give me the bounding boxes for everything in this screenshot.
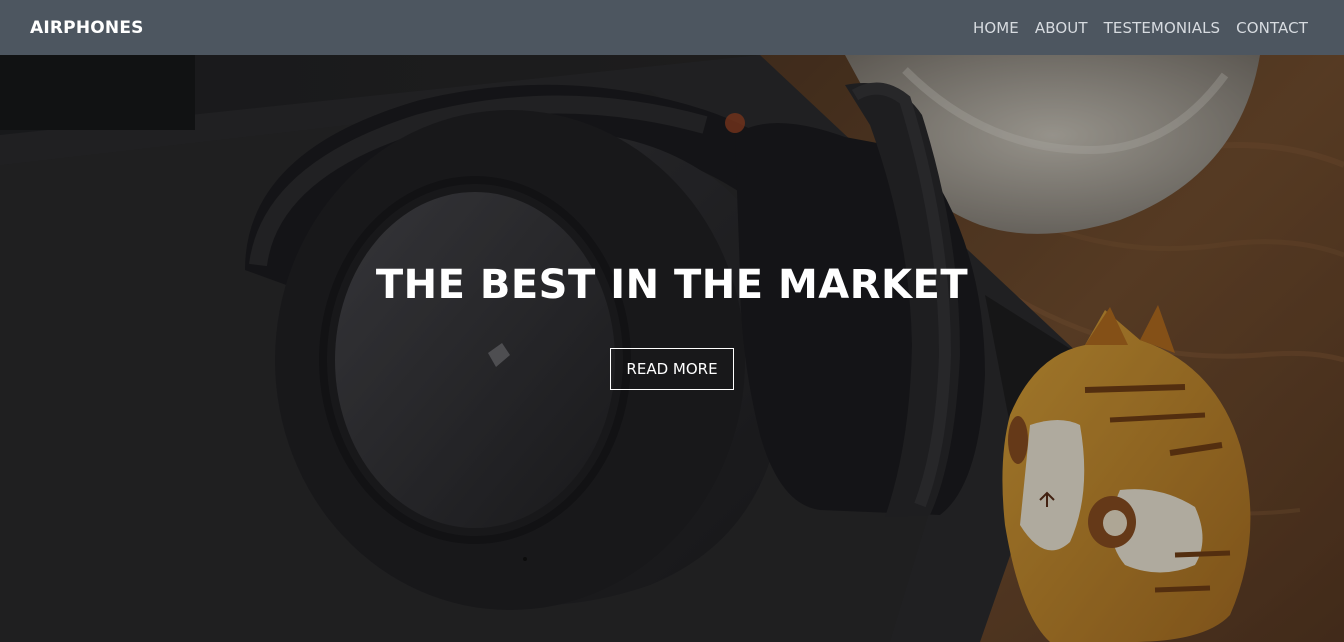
hero-title: THE BEST IN THE MARKET [375,262,969,308]
nav-testimonials-link[interactable]: TESTEMONIALS [1104,19,1221,37]
hero-section: THE BEST IN THE MARKET READ MORE [0,55,1344,642]
nav-home-link[interactable]: HOME [973,19,1019,37]
hero-content: THE BEST IN THE MARKET READ MORE [0,263,1344,390]
page: AIRPHONES HOME ABOUT TESTEMONIALS CONTAC… [0,0,1344,642]
nav-links: HOME ABOUT TESTEMONIALS CONTACT [973,19,1308,37]
nav-contact-link[interactable]: CONTACT [1236,19,1308,37]
top-navbar: AIRPHONES HOME ABOUT TESTEMONIALS CONTAC… [0,0,1344,55]
read-more-button[interactable]: READ MORE [610,348,734,390]
brand-logo[interactable]: AIRPHONES [30,18,144,38]
nav-about-link[interactable]: ABOUT [1035,19,1088,37]
